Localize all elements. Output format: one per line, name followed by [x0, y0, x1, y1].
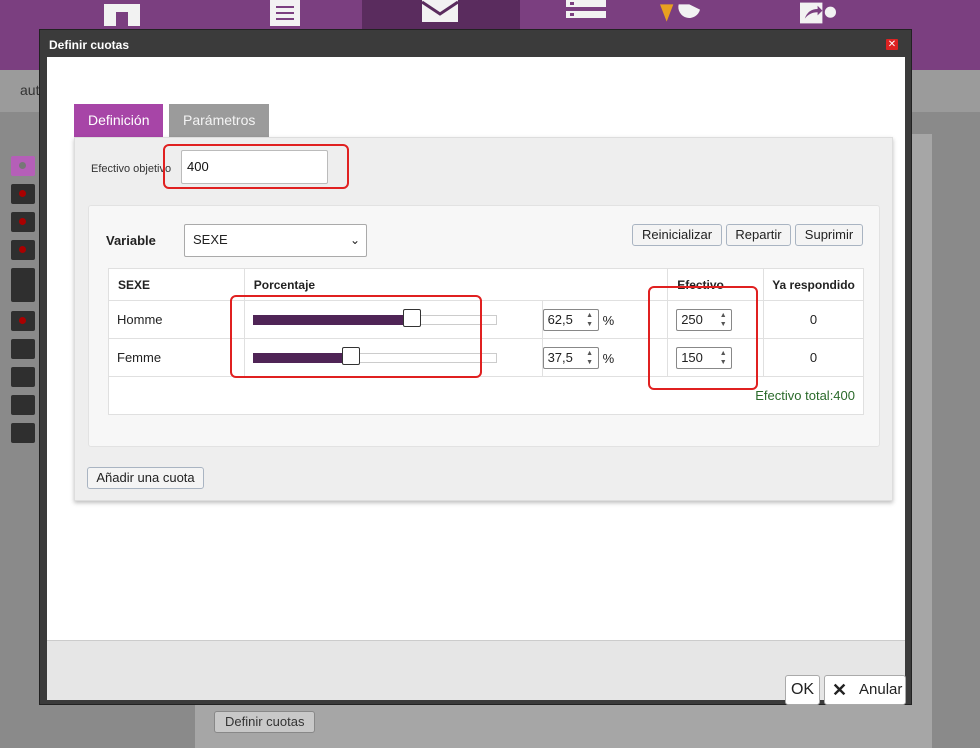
header-variable: SEXE — [108, 268, 245, 301]
percent-unit: % — [602, 351, 615, 366]
variable-label: Variable — [106, 233, 156, 248]
close-icon[interactable]: ✕ — [886, 39, 898, 50]
home-icon[interactable] — [104, 0, 144, 26]
answered-value: 0 — [763, 338, 864, 377]
quota-dialog: Definir cuotas ✕ Definición Parámetros E… — [39, 29, 912, 705]
chevron-down-icon: ⌄ — [349, 233, 360, 247]
target-label: Efectivo objetivo — [91, 163, 172, 175]
cancel-button[interactable]: ✕ Anular — [824, 675, 906, 705]
header-answered: Ya respondido — [763, 268, 864, 301]
highlight-effective — [648, 286, 758, 390]
definition-panel: Efectivo objetivo 400 Variable SEXE ⌄ Re… — [74, 137, 893, 501]
reset-button[interactable]: Reinicializar — [632, 224, 722, 246]
bg-list-item[interactable] — [11, 240, 35, 260]
tab-parameters[interactable]: Parámetros — [169, 104, 269, 137]
percent-stepper[interactable]: 62,5 ▲ ▼ — [542, 309, 599, 331]
define-quotas-button[interactable]: Definir cuotas — [214, 711, 316, 733]
distribute-button[interactable]: Repartir — [726, 224, 791, 246]
dialog-title: Definir cuotas — [49, 38, 130, 52]
bg-list-item[interactable] — [11, 367, 35, 387]
bg-list-item[interactable] — [11, 339, 35, 359]
row-label: Femme — [108, 338, 245, 377]
bg-list-item[interactable] — [11, 311, 35, 331]
highlight-target — [163, 144, 349, 189]
bg-list-item[interactable] — [11, 268, 35, 302]
cancel-icon: ✕ — [832, 680, 848, 700]
dialog-body: Definición Parámetros Efectivo objetivo … — [47, 57, 905, 669]
answered-value: 0 — [763, 300, 864, 339]
quota-panel: Variable SEXE ⌄ Reinicializar Repartir S… — [88, 205, 880, 447]
percent-stepper[interactable]: 37,5 ▲ ▼ — [542, 347, 599, 369]
mail-icon[interactable] — [420, 0, 460, 26]
pie-chart-icon[interactable] — [660, 0, 700, 26]
server-list-icon[interactable] — [566, 0, 606, 26]
ok-button[interactable]: OK — [785, 675, 820, 705]
tab-definition[interactable]: Definición — [74, 104, 163, 137]
delete-button[interactable]: Suprimir — [795, 224, 863, 246]
bg-list-item[interactable] — [11, 212, 35, 232]
bg-list-item[interactable] — [11, 184, 35, 204]
variable-select-value: SEXE — [193, 232, 228, 247]
bg-list-item[interactable] — [11, 423, 35, 443]
add-quota-button[interactable]: Añadir una cuota — [87, 467, 204, 489]
document-icon[interactable] — [266, 0, 306, 26]
subbar-text: aut — [20, 82, 40, 98]
cancel-label: Anular — [859, 681, 903, 698]
variable-select[interactable]: SEXE ⌄ — [184, 224, 367, 257]
row-label: Homme — [108, 300, 245, 339]
highlight-sliders — [230, 295, 482, 378]
share-settings-icon[interactable] — [800, 0, 840, 26]
percent-unit: % — [602, 313, 615, 328]
dialog-footer: OK ✕ Anular — [47, 640, 906, 705]
bg-list-item[interactable] — [11, 156, 35, 176]
bg-list-item[interactable] — [11, 395, 35, 415]
